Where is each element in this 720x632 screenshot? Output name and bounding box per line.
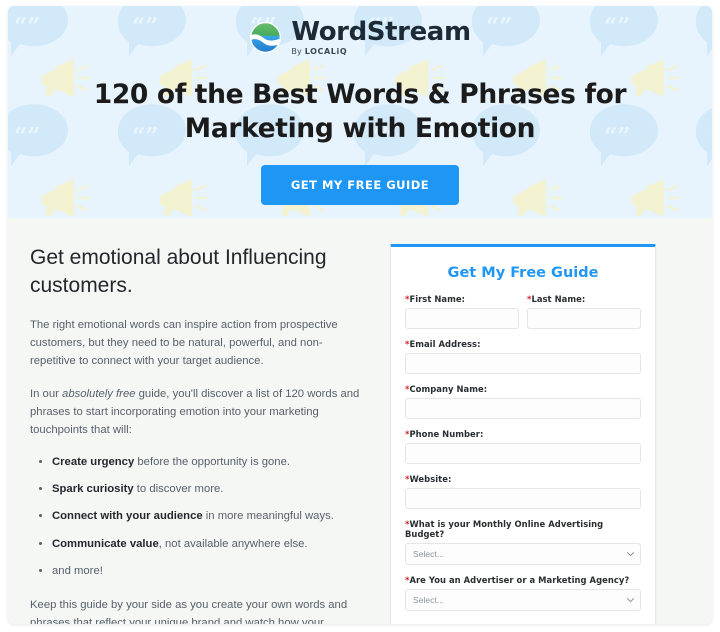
list-item-text: to discover more. (133, 483, 224, 495)
last-name-input[interactable] (527, 308, 641, 329)
website-field-group: *Website: (405, 474, 641, 509)
guide-paragraph-emphasis: absolutely free (62, 387, 136, 400)
budget-select-wrapper: Select... (405, 543, 641, 565)
budget-label-text: What is your Monthly Online Advertising … (405, 519, 604, 539)
last-name-label-text: Last Name: (531, 294, 586, 304)
list-item-text: in more meaningful ways. (202, 510, 334, 523)
last-name-field-group: *Last Name: (527, 294, 641, 329)
first-name-label: *First Name: (405, 294, 519, 304)
list-item-bold: Spark curiosity (52, 483, 134, 495)
name-field-row: *First Name: *Last Name: (405, 294, 641, 339)
email-field-group: *Email Address: (405, 339, 641, 374)
closing-paragraph: Keep this guide by your side as you crea… (30, 598, 348, 625)
logo-byline: By LOCALiQ (291, 48, 470, 56)
company-label: *Company Name: (405, 384, 641, 394)
list-item-bold: Connect with your audience (52, 510, 203, 523)
hero-section: “” (8, 6, 712, 218)
landing-page: “” (8, 6, 712, 624)
company-field-group: *Company Name: (405, 384, 641, 419)
website-label-text: Website: (409, 474, 452, 484)
phone-input[interactable] (405, 443, 641, 464)
website-input[interactable] (405, 488, 641, 509)
list-item: and more! (52, 563, 368, 579)
advertiser-type-select-wrapper: Select... (405, 589, 641, 611)
budget-select[interactable]: Select... (405, 543, 641, 565)
hero-cta-button[interactable]: GET MY FREE GUIDE (260, 165, 460, 206)
logo-byline-brand: LOCALiQ (304, 47, 348, 56)
page-title: 120 of the Best Words & Phrases for Mark… (93, 79, 627, 144)
first-name-input[interactable] (405, 308, 519, 329)
site-logo[interactable]: WordStream By LOCALiQ (8, 6, 712, 56)
list-item: Communicate value, not available anywher… (52, 536, 368, 552)
form-title: Get My Free Guide (447, 265, 599, 281)
content-area: Get emotional about Influencing customer… (8, 218, 712, 624)
first-name-label-text: First Name: (409, 294, 466, 304)
advertiser-type-label-text: Are You an Advertiser or a Marketing Age… (409, 575, 630, 585)
list-item-text: and more! (52, 565, 103, 578)
list-item-bold: Communicate value (52, 537, 159, 550)
list-item-bold: Create urgency (52, 455, 135, 468)
logo-wordmark: WordStream (291, 17, 471, 47)
advertiser-type-field-group: *Are You an Advertiser or a Marketing Ag… (405, 575, 641, 611)
phone-label: *Phone Number: (405, 429, 641, 439)
advertiser-type-select[interactable]: Select... (405, 589, 641, 611)
company-label-text: Company Name: (409, 384, 488, 394)
list-item: Create urgency before the opportunity is… (52, 454, 368, 470)
company-input[interactable] (405, 398, 641, 419)
email-label-text: Email Address: (409, 339, 481, 349)
list-item-text: before the opportunity is gone. (134, 455, 291, 468)
email-label: *Email Address: (405, 339, 641, 349)
last-name-label: *Last Name: (527, 294, 641, 304)
budget-field-group: *What is your Monthly Online Advertising… (405, 519, 641, 565)
logo-byline-prefix: By (291, 47, 302, 56)
phone-label-text: Phone Number: (409, 429, 484, 439)
intro-paragraph: The right emotional words can inspire ac… (30, 318, 338, 368)
advertiser-type-label: *Are You an Advertiser or a Marketing Ag… (405, 575, 641, 585)
phone-field-group: *Phone Number: (405, 429, 641, 464)
budget-label: *What is your Monthly Online Advertising… (405, 519, 641, 539)
left-content-column: Get emotional about Influencing customer… (30, 244, 368, 624)
section-heading: Get emotional about Influencing customer… (30, 246, 327, 297)
website-label: *Website: (405, 474, 641, 484)
benefits-list: Create urgency before the opportunity is… (30, 454, 368, 580)
first-name-field-group: *First Name: (405, 294, 519, 329)
guide-paragraph: In our absolutely free guide, you'll dis… (30, 385, 368, 440)
list-item-text: , not available anywhere else. (158, 537, 308, 550)
list-item: Spark curiosity to discover more. (52, 481, 368, 497)
email-field[interactable] (405, 353, 641, 374)
lead-capture-form: Get My Free Guide *First Name: *Last Nam… (390, 244, 656, 624)
guide-paragraph-lead: In our (30, 387, 63, 400)
list-item: Connect with your audience in more meani… (52, 508, 368, 524)
wordstream-globe-wave-icon (250, 21, 282, 54)
